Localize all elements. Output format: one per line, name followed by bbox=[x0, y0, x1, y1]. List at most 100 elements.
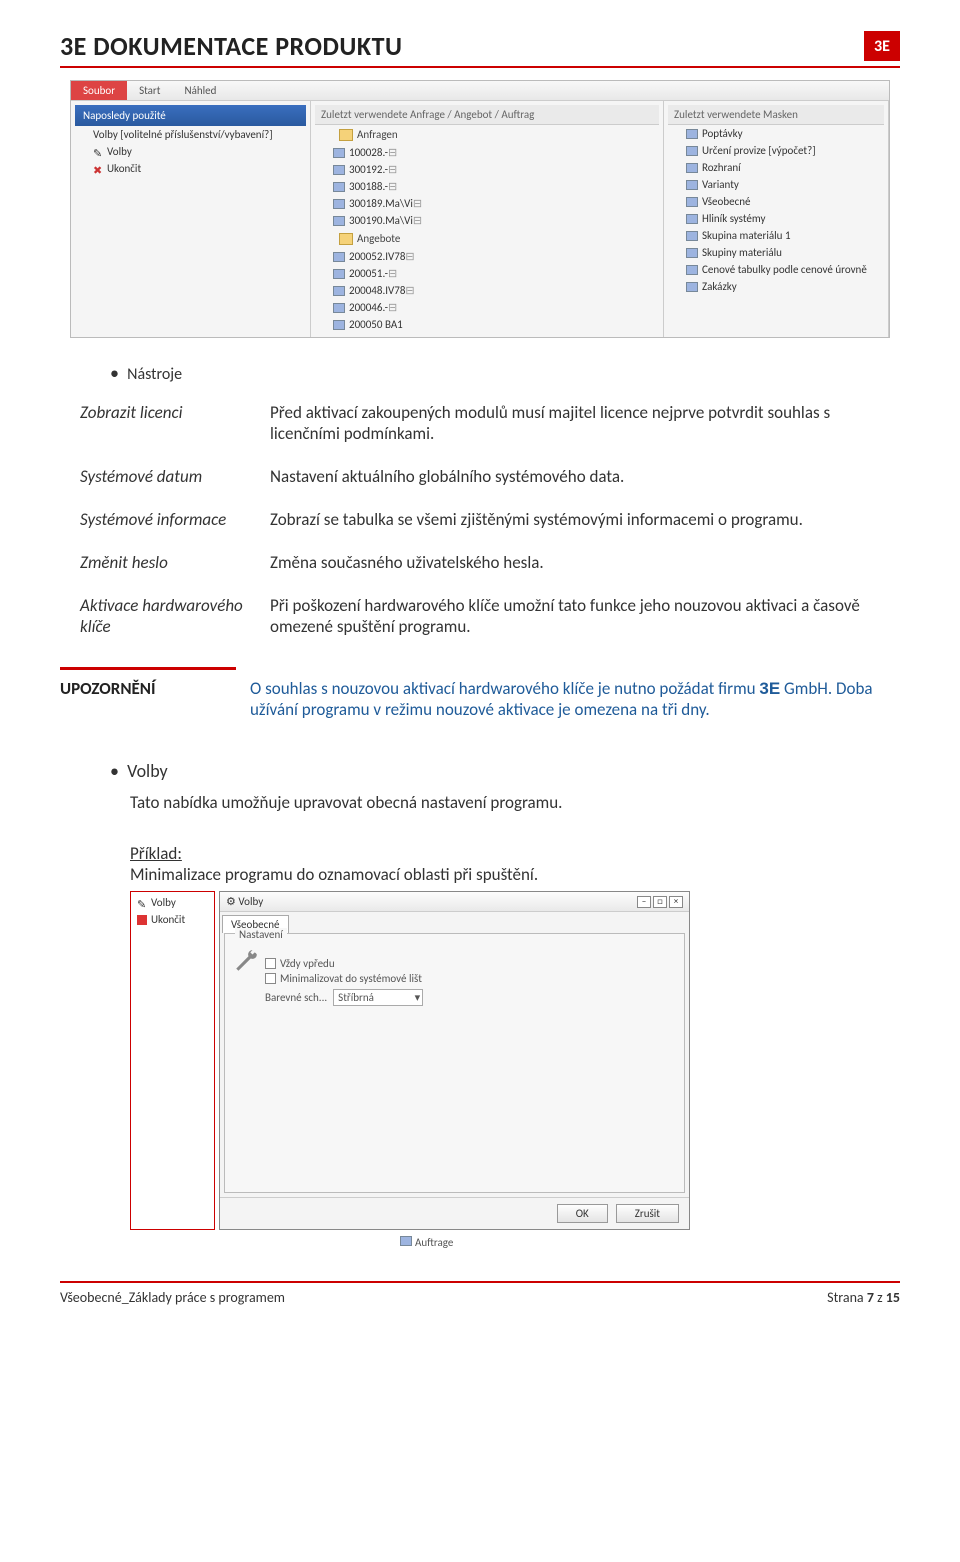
list-item[interactable]: Cenové tabulky podle cenové úrovně bbox=[668, 261, 884, 278]
close-icon bbox=[137, 915, 147, 925]
cancel-button[interactable]: Zrušit bbox=[616, 1204, 679, 1223]
app-screenshot-main: Soubor Start Náhled Naposledy použité Vo… bbox=[70, 80, 890, 338]
list-item[interactable]: 200050 BA1 bbox=[315, 316, 659, 333]
pin-icon[interactable]: ⊟ bbox=[388, 180, 397, 193]
doc-icon bbox=[333, 165, 345, 175]
window-titlebar: ⚙ Volby – □ × bbox=[220, 892, 689, 912]
doc-icon bbox=[686, 248, 698, 258]
panel-header-requests: Zuletzt verwendete Anfrage / Angebot / A… bbox=[315, 105, 659, 125]
tab-start[interactable]: Start bbox=[127, 81, 172, 100]
pin-icon[interactable]: ⊟ bbox=[405, 250, 414, 263]
bullet-volby: • Volby bbox=[110, 760, 900, 782]
list-item[interactable]: 200048.IV78⊟ bbox=[315, 282, 659, 299]
pencil-icon: ✎ bbox=[93, 147, 103, 157]
panel-header-masks: Zuletzt verwendete Masken bbox=[668, 105, 884, 125]
checkbox-minimize-tray[interactable]: Minimalizovat do systémové lišt bbox=[265, 972, 674, 985]
list-item[interactable]: Rozhraní bbox=[668, 159, 884, 176]
list-item[interactable]: Hliník systémy bbox=[668, 210, 884, 227]
dialog-buttons: OK Zrušit bbox=[220, 1197, 689, 1229]
doc-icon bbox=[686, 197, 698, 207]
ribbon-tabs: Soubor Start Náhled bbox=[71, 81, 889, 101]
menu-item-volby[interactable]: ✎Volby bbox=[75, 143, 306, 160]
list-item[interactable]: 300190.Ma\Vi⊟ bbox=[315, 212, 659, 229]
list-item[interactable]: 200051.-⊟ bbox=[315, 265, 659, 282]
list-item[interactable]: 300192.-⊟ bbox=[315, 161, 659, 178]
list-item[interactable]: Všeobecné bbox=[668, 193, 884, 210]
list-item[interactable]: 300188.-⊟ bbox=[315, 178, 659, 195]
doc-icon bbox=[333, 148, 345, 158]
color-scheme-select[interactable]: Stříbrná▾ bbox=[333, 989, 423, 1006]
color-scheme-label: Barevné sch... bbox=[265, 991, 327, 1004]
recent-header: Naposledy použité bbox=[75, 105, 306, 126]
list-item[interactable]: Skupina materiálu 1 bbox=[668, 227, 884, 244]
doc-icon bbox=[333, 320, 345, 330]
example-block: Příklad: Minimalizace programu do oznamo… bbox=[130, 843, 900, 885]
group-angebote[interactable]: Angebote bbox=[315, 229, 659, 248]
menu-item-ukoncit[interactable]: Ukončit bbox=[133, 911, 212, 928]
doc-icon bbox=[333, 216, 345, 226]
list-item[interactable]: Určení provize [výpočet?] bbox=[668, 142, 884, 159]
list-item[interactable]: 100028.-⊟ bbox=[315, 144, 659, 161]
options-dialog-screenshot: ✎Volby Ukončit ⚙ Volby – □ × Všeobecné N… bbox=[130, 891, 690, 1230]
doc-icon bbox=[686, 282, 698, 292]
tiny-overflow-row: Auftrage bbox=[400, 1232, 900, 1251]
pin-icon[interactable]: ⊟ bbox=[388, 163, 397, 176]
brand-logo: 3E bbox=[864, 31, 900, 61]
def-term: Systémové datum bbox=[80, 466, 270, 487]
doc-icon bbox=[686, 180, 698, 190]
def-term: Zobrazit licenci bbox=[80, 402, 270, 444]
group-anfragen[interactable]: Anfragen bbox=[315, 125, 659, 144]
doc-icon bbox=[333, 269, 345, 279]
doc-icon bbox=[333, 182, 345, 192]
pin-icon[interactable]: ⊟ bbox=[388, 146, 397, 159]
groupbox-title: Nastavení bbox=[235, 928, 287, 941]
list-item[interactable]: 300189.Ma\Vi⊟ bbox=[315, 195, 659, 212]
page-title: 3E DOKUMENTACE PRODUKTU bbox=[60, 30, 402, 62]
maximize-button[interactable]: □ bbox=[653, 896, 667, 908]
checkbox-always-on-top[interactable]: Vždy vpředu bbox=[265, 957, 674, 970]
def-desc: Změna současného uživatelského hesla. bbox=[270, 552, 900, 573]
options-dialog: ⚙ Volby – □ × Všeobecné Nastavení Vždy v… bbox=[219, 891, 690, 1230]
ok-button[interactable]: OK bbox=[557, 1204, 608, 1223]
def-term: Systémové informace bbox=[80, 509, 270, 530]
volby-description: Tato nabídka umožňuje upravovat obecná n… bbox=[130, 792, 900, 813]
list-item[interactable]: Skupiny materiálu bbox=[668, 244, 884, 261]
list-item[interactable]: 200052.IV78⊟ bbox=[315, 248, 659, 265]
doc-icon bbox=[686, 146, 698, 156]
example-text: Minimalizace programu do oznamovací obla… bbox=[130, 864, 538, 885]
def-desc: Zobrazí se tabulka se všemi zjištěnými s… bbox=[270, 509, 900, 530]
doc-icon bbox=[400, 1236, 412, 1246]
doc-icon bbox=[333, 286, 345, 296]
def-desc: Nastavení aktuálního globálního systémov… bbox=[270, 466, 900, 487]
def-desc: Před aktivací zakoupených modulů musí ma… bbox=[270, 402, 900, 444]
checkbox-icon bbox=[265, 973, 276, 984]
list-item[interactable]: Varianty bbox=[668, 176, 884, 193]
doc-icon bbox=[686, 163, 698, 173]
close-button[interactable]: × bbox=[669, 896, 683, 908]
notice-accent-bar bbox=[60, 667, 236, 670]
pin-icon[interactable]: ⊟ bbox=[405, 284, 414, 297]
folder-icon bbox=[339, 233, 353, 245]
tab-soubor[interactable]: Soubor bbox=[71, 81, 127, 100]
pin-icon[interactable]: ⊟ bbox=[413, 197, 422, 210]
list-item[interactable]: Volby [volitelné příslušenství/vybavení?… bbox=[75, 126, 306, 143]
minimize-button[interactable]: – bbox=[637, 896, 651, 908]
list-item[interactable]: 200046.-⊟ bbox=[315, 299, 659, 316]
list-item[interactable]: Poptávky bbox=[668, 125, 884, 142]
checkbox-icon bbox=[265, 958, 276, 969]
notice-label: UPOZORNĚNÍ bbox=[60, 678, 250, 720]
doc-icon bbox=[686, 231, 698, 241]
context-menu: ✎Volby Ukončit bbox=[130, 891, 215, 1230]
pin-icon[interactable]: ⊟ bbox=[388, 267, 397, 280]
footer-right: Strana 7 z 15 bbox=[827, 1289, 900, 1306]
pin-icon[interactable]: ⊟ bbox=[413, 214, 422, 227]
menu-item-volby[interactable]: ✎Volby bbox=[133, 894, 212, 911]
pin-icon[interactable]: ⊟ bbox=[388, 301, 397, 314]
close-icon: ✖ bbox=[93, 164, 103, 174]
page-header: 3E DOKUMENTACE PRODUKTU 3E bbox=[60, 30, 900, 68]
tab-nahled[interactable]: Náhled bbox=[172, 81, 228, 100]
list-item[interactable]: Zakázky bbox=[668, 278, 884, 295]
menu-item-ukoncit[interactable]: ✖Ukončit bbox=[75, 160, 306, 177]
notice-text: O souhlas s nouzovou aktivací hardwarové… bbox=[250, 678, 900, 720]
doc-icon bbox=[333, 252, 345, 262]
